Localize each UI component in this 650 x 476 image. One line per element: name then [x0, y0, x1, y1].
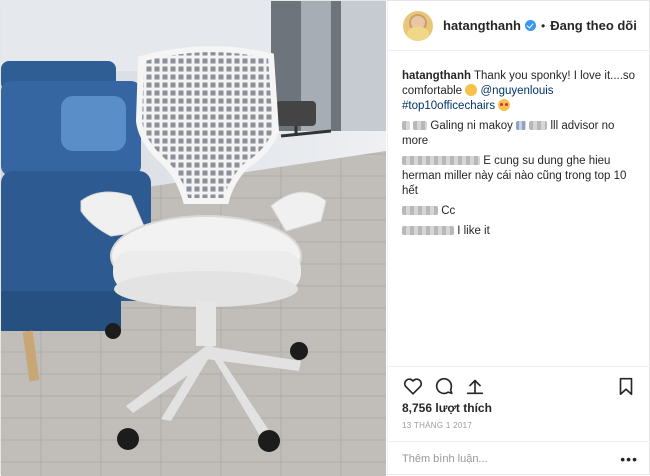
- heart-eyes-emoji-icon: [498, 99, 511, 111]
- post-photo[interactable]: [1, 1, 386, 476]
- bookmark-icon[interactable]: [615, 375, 637, 397]
- redacted-mention: [516, 121, 527, 130]
- add-comment-bar: •••: [388, 441, 650, 476]
- hashtag-link[interactable]: #top10officechairs: [402, 100, 495, 112]
- author-username[interactable]: hatangthanh: [443, 18, 521, 33]
- instagram-post: hatangthanh • Đang theo dõi hatangthanh …: [0, 0, 650, 476]
- chair-photo-illustration: [1, 1, 386, 476]
- redacted-username: [402, 121, 410, 130]
- post-header: hatangthanh • Đang theo dõi: [388, 1, 650, 51]
- likes-count[interactable]: 8,756 lượt thích: [402, 401, 492, 415]
- redacted-username: [402, 206, 438, 215]
- mention-link[interactable]: @nguyenlouis: [481, 85, 554, 97]
- comment-item: Cc: [402, 204, 642, 219]
- redacted-mention: [529, 121, 548, 130]
- more-options-icon[interactable]: •••: [620, 452, 638, 466]
- redacted-username: [402, 156, 480, 165]
- comment-text: Galing ni makoy: [430, 120, 513, 132]
- comment-item: I like it: [402, 224, 642, 239]
- follow-status-button[interactable]: Đang theo dõi: [550, 18, 637, 33]
- caption: hatangthanh Thank you sponky! I love it.…: [402, 69, 642, 114]
- comment-item: E cung su dung ghe hieu herman miller nà…: [402, 154, 642, 199]
- action-bar: [388, 366, 650, 402]
- post-sidebar: hatangthanh • Đang theo dõi hatangthanh …: [387, 1, 650, 476]
- heart-icon[interactable]: [402, 375, 424, 397]
- comment-item: Galing ni makoy lll advisor no more: [402, 119, 642, 149]
- share-icon[interactable]: [464, 375, 486, 397]
- comment-text: Cc: [441, 205, 456, 217]
- avatar[interactable]: [403, 10, 433, 41]
- post-date: 13 THÁNG 1 2017: [402, 421, 473, 430]
- comment-text: I like it: [457, 225, 490, 237]
- add-comment-input[interactable]: [402, 453, 612, 465]
- wink-emoji-icon: [465, 84, 478, 96]
- verified-badge-icon: [525, 20, 536, 31]
- caption-username[interactable]: hatangthanh: [402, 70, 471, 82]
- redacted-username: [413, 121, 428, 130]
- separator-dot: •: [541, 18, 546, 33]
- comments-list: hatangthanh Thank you sponky! I love it.…: [402, 69, 642, 244]
- comment-icon[interactable]: [433, 375, 455, 397]
- redacted-username: [402, 226, 454, 235]
